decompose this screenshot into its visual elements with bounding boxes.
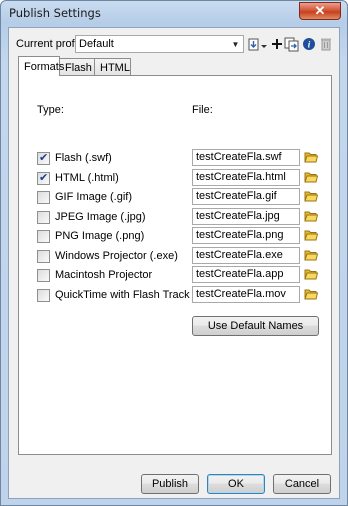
duplicate-profile-icon xyxy=(284,37,299,52)
format-label: HTML (.html) xyxy=(55,171,119,184)
format-row: JPEG Image (.jpg) testCreateFla.jpg xyxy=(19,207,331,228)
format-row: PNG Image (.png) testCreateFla.png xyxy=(19,227,331,247)
import-export-button[interactable] xyxy=(247,36,269,52)
folder-icon[interactable] xyxy=(304,267,319,281)
format-checkbox[interactable] xyxy=(37,249,50,263)
publish-label: Publish xyxy=(151,478,189,490)
plus-icon xyxy=(272,39,282,49)
format-checkbox[interactable] xyxy=(37,210,50,224)
tab-formats[interactable]: Formats xyxy=(18,56,64,76)
format-label: Macintosh Projector xyxy=(55,269,153,281)
import-export-icon xyxy=(248,38,267,51)
tab-flash-label: Flash xyxy=(65,61,92,74)
format-row: HTML (.html) testCreateFla.html xyxy=(19,168,331,189)
format-checkbox[interactable] xyxy=(37,230,50,243)
format-label: Windows Projector (.exe) xyxy=(55,249,178,262)
file-name-field[interactable]: testCreateFla.gif xyxy=(192,188,300,205)
add-profile-button[interactable] xyxy=(269,36,285,52)
window-title: Publish Settings xyxy=(9,6,101,20)
format-checkbox[interactable] xyxy=(37,171,50,185)
file-column-header: File: xyxy=(192,104,213,116)
format-row: GIF Image (.gif) testCreateFla.gif xyxy=(19,188,331,208)
ok-label: OK xyxy=(228,478,244,490)
tab-flash[interactable]: Flash xyxy=(59,58,95,76)
folder-icon[interactable] xyxy=(304,189,319,203)
format-checkbox[interactable] xyxy=(37,269,50,282)
format-label: JPEG Image (.jpg) xyxy=(55,210,146,223)
dialog-client: Current profile: Default ▼ i Formats Fla… xyxy=(8,27,340,499)
type-column-header: Type: xyxy=(37,104,64,116)
format-label: Flash (.swf) xyxy=(55,152,112,164)
cancel-label: Cancel xyxy=(284,478,320,490)
cancel-button[interactable]: Cancel xyxy=(273,474,331,494)
title-bar[interactable]: Publish Settings ✕ xyxy=(1,1,347,25)
chevron-down-icon: ▼ xyxy=(231,39,240,49)
profile-dropdown[interactable]: Default ▼ xyxy=(75,35,244,53)
use-default-names-button[interactable]: Use Default Names xyxy=(192,316,319,336)
file-name-field[interactable]: testCreateFla.app xyxy=(192,266,300,283)
format-label: PNG Image (.png) xyxy=(55,230,145,242)
file-name-field[interactable]: testCreateFla.mov xyxy=(192,285,300,303)
tab-html-label: HTML xyxy=(100,61,130,74)
folder-icon[interactable] xyxy=(304,150,319,164)
ok-button[interactable]: OK xyxy=(207,474,265,494)
folder-icon[interactable] xyxy=(304,248,319,262)
close-icon: ✕ xyxy=(314,3,326,18)
duplicate-profile-button[interactable] xyxy=(284,36,300,52)
folder-icon[interactable] xyxy=(304,287,319,301)
close-button[interactable]: ✕ xyxy=(299,2,341,20)
profile-value: Default xyxy=(79,38,114,50)
file-name-field[interactable]: testCreateFla.html xyxy=(192,168,300,186)
formats-panel: Type: File: Flash (.swf) testCreateFla.sw… xyxy=(18,75,332,455)
format-row: Flash (.swf) testCreateFla.swf xyxy=(19,149,331,169)
trash-icon xyxy=(321,38,331,51)
use-default-names-label: Use Default Names xyxy=(207,320,304,332)
file-name-field[interactable]: testCreateFla.jpg xyxy=(192,207,300,225)
format-checkbox[interactable] xyxy=(37,191,50,204)
format-checkbox[interactable] xyxy=(37,288,50,302)
file-name-field[interactable]: testCreateFla.swf xyxy=(192,149,300,166)
profile-settings-icon: i xyxy=(303,38,315,50)
publish-settings-window: Publish Settings ✕ Current profile: Defa… xyxy=(0,0,348,506)
delete-profile-button[interactable] xyxy=(318,36,334,52)
tab-html[interactable]: HTML xyxy=(94,58,131,76)
format-row: Windows Projector (.exe) testCreateFla.ex… xyxy=(19,246,331,267)
folder-icon[interactable] xyxy=(304,209,319,223)
file-name-field[interactable]: testCreateFla.exe xyxy=(192,246,300,264)
format-row: Macintosh Projector testCreateFla.app xyxy=(19,266,331,286)
folder-icon[interactable] xyxy=(304,228,319,242)
tab-formats-label: Formats xyxy=(24,60,65,73)
file-name-field[interactable]: testCreateFla.png xyxy=(192,227,300,244)
format-checkbox[interactable] xyxy=(37,151,50,165)
folder-icon[interactable] xyxy=(304,170,319,184)
format-row: QuickTime with Flash Track (.mov) testCre… xyxy=(19,285,331,306)
publish-button[interactable]: Publish xyxy=(141,474,199,494)
format-label: GIF Image (.gif) xyxy=(55,191,133,203)
profile-settings-button[interactable]: i xyxy=(301,36,317,52)
